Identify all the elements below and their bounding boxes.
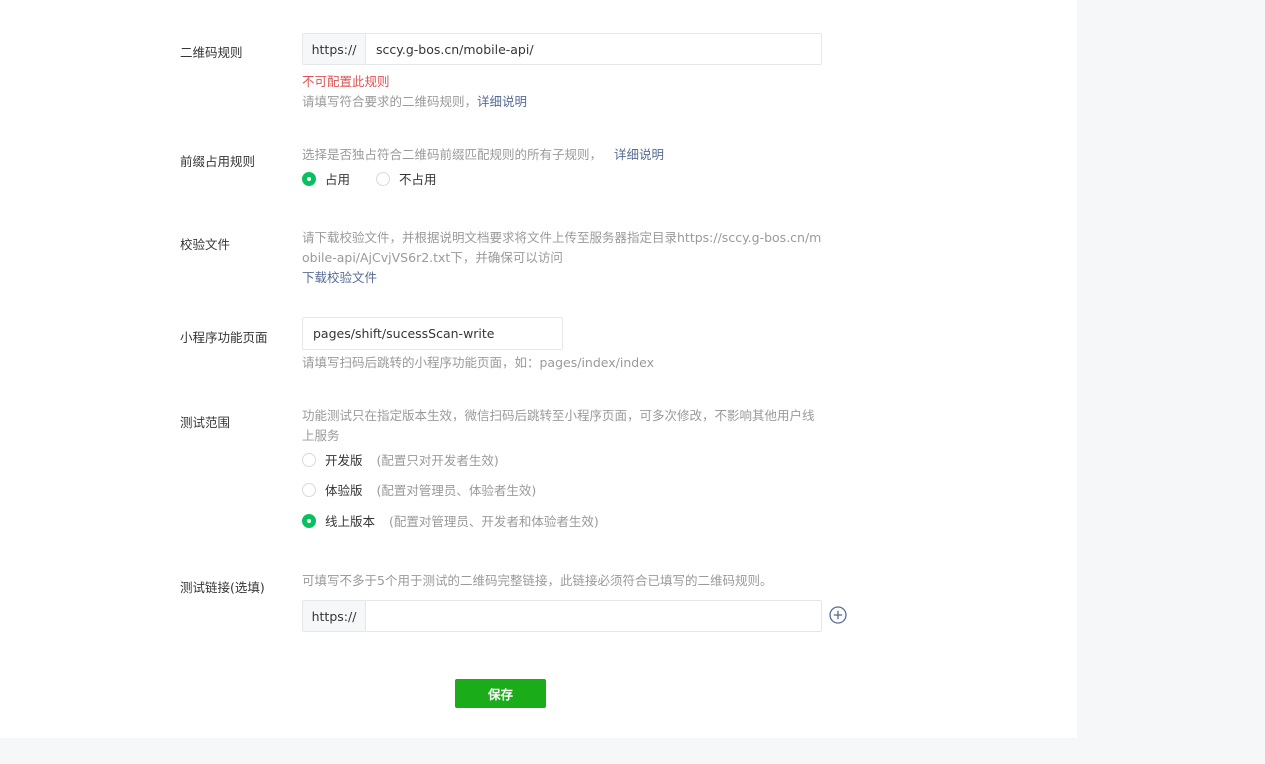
radio-not-occupy-circle bbox=[376, 171, 390, 186]
radio-online-version[interactable]: 线上版本 (配置对管理员、开发者和体验者生效) bbox=[302, 511, 599, 530]
plus-circle-icon[interactable] bbox=[829, 606, 847, 624]
prefix-rule-hint: 选择是否独占符合二维码前缀匹配规则的所有子规则， 详细说明 bbox=[302, 145, 664, 165]
qr-rule-error: 不可配置此规则 bbox=[302, 74, 390, 89]
radio-dev-label: 开发版 bbox=[325, 453, 363, 468]
test-link-hint: 可填写不多于5个用于测试的二维码完整链接，此链接必须符合已填写的二维码规则。 bbox=[302, 573, 773, 588]
radio-trial-circle bbox=[302, 482, 316, 497]
mini-page-input[interactable]: pages/shift/sucessScan-write bbox=[302, 317, 563, 350]
qr-rule-prefix: https:// bbox=[303, 34, 366, 64]
test-link-input-group: https:// bbox=[302, 600, 822, 632]
radio-not-occupy[interactable]: 不占用 bbox=[376, 169, 437, 188]
radio-dev-version[interactable]: 开发版 (配置只对开发者生效) bbox=[302, 450, 499, 469]
save-button[interactable]: 保存 bbox=[455, 679, 546, 708]
prefix-rule-label: 前缀占用规则 bbox=[180, 154, 256, 169]
test-link-input[interactable] bbox=[366, 601, 821, 631]
qr-rule-input-group: https:// sccy.g-bos.cn/mobile-api/ bbox=[302, 33, 822, 65]
radio-dev-note: (配置只对开发者生效) bbox=[376, 453, 499, 468]
radio-online-label: 线上版本 bbox=[325, 514, 376, 529]
qr-rule-hint: 请填写符合要求的二维码规则，详细说明 bbox=[302, 92, 527, 112]
mini-page-label: 小程序功能页面 bbox=[180, 330, 268, 345]
test-scope-label: 测试范围 bbox=[180, 415, 231, 430]
qr-rule-label: 二维码规则 bbox=[180, 45, 243, 60]
verify-file-hint-line2: obile-api/AjCvjVS6r2.txt下，并确保可以访问 bbox=[302, 250, 563, 265]
qr-rule-input[interactable]: sccy.g-bos.cn/mobile-api/ bbox=[366, 34, 821, 64]
qr-rule-hint-text: 请填写符合要求的二维码规则， bbox=[302, 94, 478, 109]
verify-file-label: 校验文件 bbox=[180, 237, 231, 252]
mini-page-hint: 请填写扫码后跳转的小程序功能页面，如：pages/index/index bbox=[302, 355, 655, 370]
radio-occupy[interactable]: 占用 bbox=[302, 169, 350, 188]
radio-online-circle bbox=[302, 513, 316, 528]
test-scope-hint-line1: 功能测试只在指定版本生效，微信扫码后跳转至小程序页面，可多次修改，不影响其他用户… bbox=[302, 408, 815, 423]
prefix-rule-detail-link[interactable]: 详细说明 bbox=[614, 147, 664, 162]
test-link-label: 测试链接(选填) bbox=[180, 580, 265, 595]
radio-online-note: (配置对管理员、开发者和体验者生效) bbox=[389, 514, 599, 529]
test-link-prefix: https:// bbox=[303, 601, 366, 631]
radio-trial-note: (配置对管理员、体验者生效) bbox=[376, 483, 537, 498]
radio-dev-circle bbox=[302, 452, 316, 467]
radio-occupy-circle bbox=[302, 171, 316, 186]
radio-trial-version[interactable]: 体验版 (配置对管理员、体验者生效) bbox=[302, 480, 536, 499]
form-panel: 二维码规则 https:// sccy.g-bos.cn/mobile-api/… bbox=[0, 0, 1077, 738]
radio-occupy-label: 占用 bbox=[325, 172, 351, 187]
download-verify-file-link[interactable]: 下载校验文件 bbox=[302, 268, 377, 288]
verify-file-hint-line1: 请下载校验文件，并根据说明文档要求将文件上传至服务器指定目录https://sc… bbox=[302, 230, 822, 245]
radio-trial-label: 体验版 bbox=[325, 483, 363, 498]
radio-not-occupy-label: 不占用 bbox=[399, 172, 437, 187]
qr-rule-detail-link[interactable]: 详细说明 bbox=[477, 94, 527, 109]
prefix-rule-hint-text: 选择是否独占符合二维码前缀匹配规则的所有子规则， bbox=[302, 147, 603, 162]
test-scope-hint-line2: 上服务 bbox=[302, 428, 340, 443]
